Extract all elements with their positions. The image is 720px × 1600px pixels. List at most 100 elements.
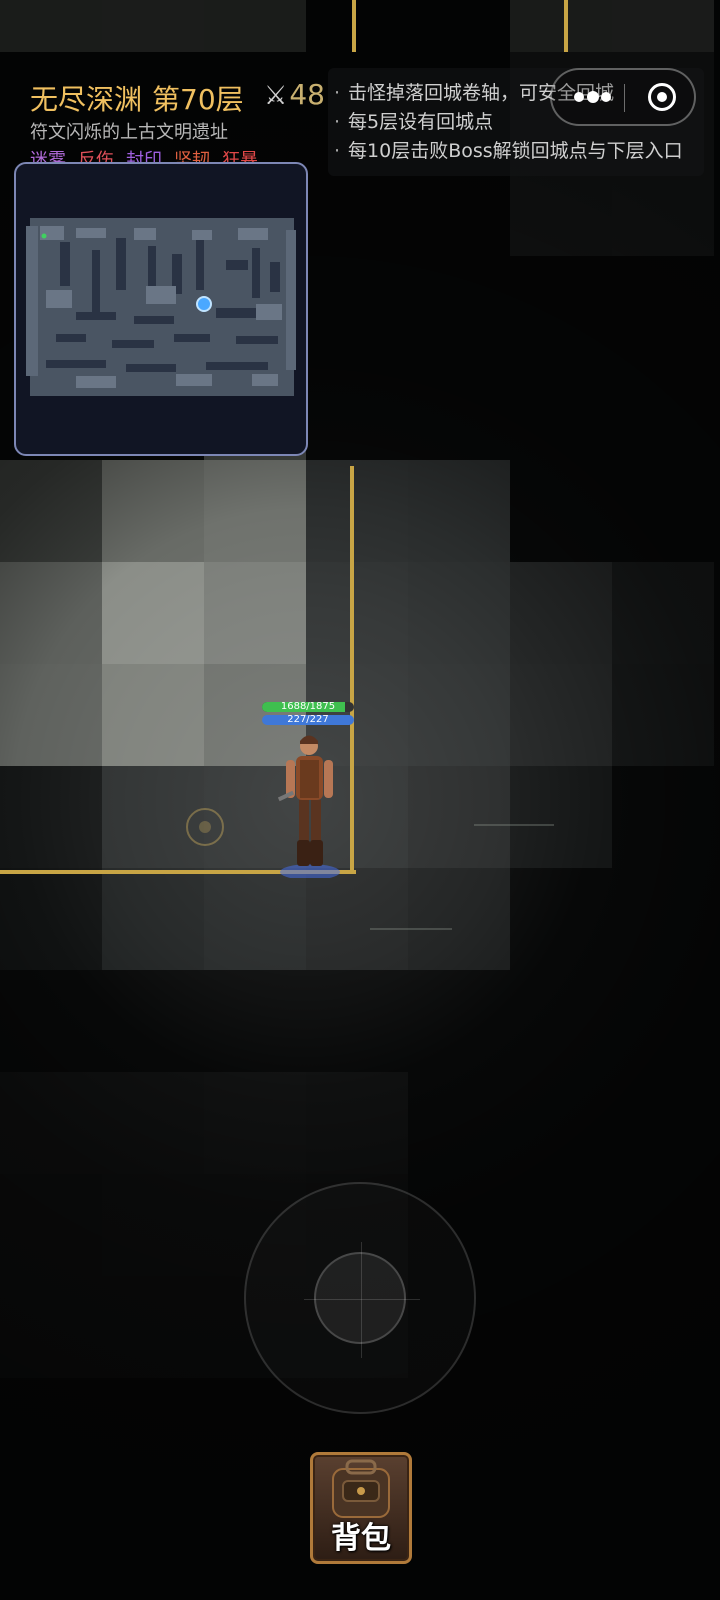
combat-power-value: 48 bbox=[289, 78, 325, 111]
minimap-room bbox=[46, 290, 72, 308]
floor-tile bbox=[0, 868, 102, 970]
floor-tile bbox=[306, 460, 408, 562]
floor-crack bbox=[474, 824, 554, 826]
floor-tile bbox=[408, 460, 510, 562]
minimap-room bbox=[252, 374, 278, 386]
joystick-knob[interactable] bbox=[314, 1252, 406, 1344]
mp-text: 227/227 bbox=[287, 715, 329, 725]
minimap-room bbox=[256, 304, 282, 320]
minimap-wall bbox=[46, 360, 106, 368]
wall-edge bbox=[564, 0, 568, 52]
floor-tile bbox=[102, 664, 204, 766]
floor-tile bbox=[0, 1276, 102, 1378]
floor-tile bbox=[102, 1174, 204, 1276]
floor-tile bbox=[102, 0, 204, 52]
floor-tile bbox=[408, 766, 510, 868]
crossed-swords-icon: ⚔ bbox=[264, 81, 288, 111]
floor-subtitle: 符文闪烁的上古文明遗址 bbox=[30, 122, 228, 143]
floor-tile bbox=[510, 664, 612, 766]
minimap-room bbox=[238, 228, 268, 240]
floor-tile bbox=[408, 664, 510, 766]
more-menu-icon[interactable] bbox=[574, 91, 611, 104]
floor-tile bbox=[102, 868, 204, 970]
minimap-room bbox=[76, 228, 106, 238]
floor-tile bbox=[612, 562, 714, 664]
backpack-icon bbox=[332, 1459, 390, 1518]
hp-text: 1688/1875 bbox=[280, 702, 336, 712]
floor-tile bbox=[510, 766, 612, 868]
minimap-corridor bbox=[26, 226, 38, 376]
floor-tile bbox=[0, 562, 102, 664]
combat-power: ⚔48 bbox=[264, 78, 325, 111]
minimap-wall bbox=[134, 316, 174, 324]
minimap-wall bbox=[76, 312, 116, 320]
virtual-joystick[interactable] bbox=[244, 1182, 476, 1414]
minimap-wall bbox=[270, 262, 280, 292]
minimap-room bbox=[76, 376, 116, 388]
minimap-wall bbox=[92, 250, 100, 312]
floor-tile bbox=[204, 460, 306, 562]
floor-tile bbox=[510, 0, 612, 52]
floor-crack bbox=[370, 928, 452, 930]
minimap-wall bbox=[196, 240, 204, 290]
floor-tile bbox=[306, 562, 408, 664]
floor-tile bbox=[612, 0, 714, 52]
floor-tile bbox=[0, 1072, 102, 1174]
floor-tile bbox=[408, 562, 510, 664]
minimap-wall bbox=[252, 248, 260, 298]
minimap-room bbox=[134, 228, 156, 240]
floor-tile bbox=[102, 460, 204, 562]
hp-bar: 1688/1875 bbox=[262, 702, 354, 712]
floor-tile bbox=[102, 1276, 204, 1378]
tip-item: · 每10层击败Boss解锁回城点与下层入口 bbox=[334, 140, 683, 162]
minimap-room bbox=[146, 286, 176, 304]
wall-edge bbox=[352, 0, 356, 52]
minimap-corridor bbox=[286, 230, 296, 370]
floor-tile bbox=[0, 766, 102, 868]
floor-tile bbox=[510, 562, 612, 664]
floor-tile bbox=[0, 0, 102, 52]
minimap-wall bbox=[216, 308, 256, 318]
player-character bbox=[278, 735, 340, 878]
minimap-wall bbox=[60, 242, 70, 286]
floor-tile bbox=[204, 0, 306, 52]
floor-tile bbox=[204, 868, 306, 970]
floor-tile bbox=[306, 1072, 408, 1174]
close-miniprogram-icon[interactable] bbox=[648, 83, 676, 111]
floor-tile bbox=[102, 1072, 204, 1174]
floor-tile bbox=[0, 460, 102, 562]
floor-tile bbox=[204, 562, 306, 664]
floor-tile bbox=[408, 868, 510, 970]
minimap-wall bbox=[226, 260, 248, 270]
minimap-wall bbox=[56, 334, 86, 342]
minimap[interactable] bbox=[14, 162, 308, 456]
floor-tile bbox=[102, 562, 204, 664]
minimap-wall bbox=[112, 340, 154, 348]
player-position-icon bbox=[196, 296, 212, 312]
minimap-room bbox=[176, 374, 212, 386]
floor-tile bbox=[204, 1072, 306, 1174]
floor-tile bbox=[612, 664, 714, 766]
miniprogram-capsule bbox=[550, 68, 696, 126]
minimap-room bbox=[192, 230, 212, 240]
floor-tile bbox=[306, 868, 408, 970]
capsule-divider bbox=[624, 84, 625, 112]
minimap-layout bbox=[26, 218, 296, 396]
minimap-wall bbox=[174, 334, 210, 342]
wall-edge bbox=[350, 466, 354, 874]
minimap-wall bbox=[206, 362, 268, 370]
minimap-wall bbox=[126, 364, 176, 372]
backpack-button[interactable]: 背包 bbox=[310, 1452, 412, 1564]
mp-bar: 227/227 bbox=[262, 715, 354, 725]
floor-title: 无尽深渊 第70层 bbox=[30, 78, 244, 118]
minimap-wall bbox=[116, 238, 126, 290]
minimap-wall bbox=[236, 336, 278, 344]
backpack-label: 背包 bbox=[331, 1521, 391, 1556]
ground-marker-icon bbox=[186, 808, 224, 846]
floor-number: 第70层 bbox=[152, 83, 244, 116]
floor-tile bbox=[0, 664, 102, 766]
exit-marker-icon bbox=[41, 233, 47, 239]
tip-item: · 每5层设有回城点 bbox=[334, 111, 494, 133]
floor-tile bbox=[0, 1174, 102, 1276]
dungeon-name: 无尽深渊 bbox=[30, 83, 143, 116]
